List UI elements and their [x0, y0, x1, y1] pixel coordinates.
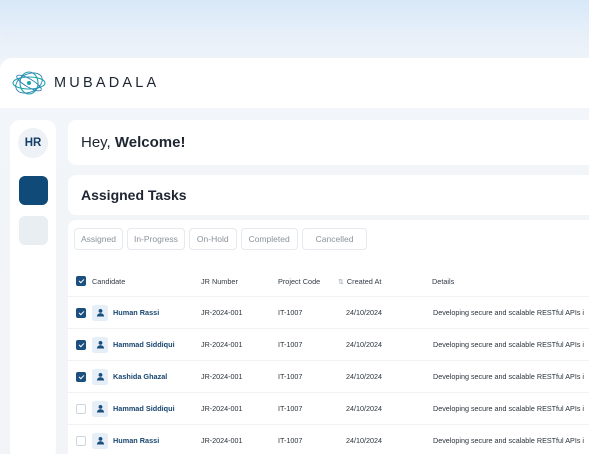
project-code: IT-1007 — [278, 340, 303, 349]
project-code: IT-1007 — [278, 436, 303, 445]
brand-logo[interactable]: MUBADALA — [10, 70, 159, 96]
details: Developing secure and scalable RESTful A… — [433, 436, 585, 445]
tab-assigned[interactable]: Assigned — [74, 228, 123, 250]
user-icon — [92, 336, 108, 353]
user-icon — [92, 304, 108, 321]
tasks-header: Assigned Tasks — [68, 175, 589, 215]
sort-icon[interactable]: ⇅ — [338, 278, 344, 286]
page-title: Assigned Tasks — [81, 187, 187, 203]
globe-logo-icon — [12, 71, 46, 95]
user-icon — [92, 368, 108, 385]
row-checkbox[interactable] — [76, 403, 86, 414]
user-icon — [92, 432, 108, 449]
sidebar: HR — [10, 120, 56, 454]
table-header: Candidate JR Number Project Code ⇅ Create… — [68, 268, 589, 294]
column-details[interactable]: Details — [432, 277, 454, 286]
jr-number: JR-2024-001 — [201, 372, 243, 381]
project-code: IT-1007 — [278, 404, 303, 413]
candidate-name[interactable]: Hammad Siddiqui — [113, 404, 175, 413]
column-project-code[interactable]: Project Code — [278, 277, 320, 286]
welcome-emphasis: Welcome! — [114, 134, 186, 151]
table-row[interactable]: Kashida Ghazal JR-2024-001 IT-1007 24/10/20… — [68, 360, 589, 392]
created-at: 24/10/2024 — [346, 340, 382, 349]
avatar[interactable]: HR — [18, 128, 48, 158]
details: Developing secure and scalable RESTful A… — [433, 308, 585, 317]
brand-name: MUBADALA — [54, 75, 160, 91]
candidate-name[interactable]: Kashida Ghazal — [113, 372, 167, 381]
column-created-at[interactable]: ⇅ Created At — [338, 277, 381, 286]
column-candidate[interactable]: Candidate — [92, 277, 125, 286]
status-filter-tabs: Assigned In-Progress On-Hold Completed C… — [74, 228, 368, 250]
tab-completed[interactable]: Completed — [240, 228, 298, 250]
candidate-name[interactable]: Human Rassi — [113, 308, 159, 317]
sidebar-item[interactable] — [18, 216, 48, 245]
row-checkbox[interactable] — [76, 371, 86, 382]
row-checkbox[interactable] — [76, 435, 86, 446]
jr-number: JR-2024-001 — [201, 340, 243, 349]
column-created-at-label: Created At — [346, 276, 382, 286]
jr-number: JR-2024-001 — [201, 308, 243, 317]
candidate-name[interactable]: Human Rassi — [113, 436, 159, 445]
table-row[interactable]: Hammad Siddiqui JR-2024-001 IT-1007 24/10/2… — [68, 392, 589, 424]
project-code: IT-1007 — [278, 372, 303, 381]
table-row[interactable]: Hammad Siddiqui JR-2024-001 IT-1007 24/10/2… — [68, 328, 589, 360]
tab-cancelled[interactable]: Cancelled — [301, 228, 368, 250]
welcome-card: Hey, Welcome! — [68, 120, 589, 165]
project-code: IT-1007 — [278, 308, 303, 317]
row-checkbox[interactable] — [76, 307, 86, 318]
candidate-name[interactable]: Hammad Siddiqui — [113, 340, 175, 349]
row-checkbox[interactable] — [76, 339, 86, 350]
jr-number: JR-2024-001 — [201, 436, 243, 445]
jr-number: JR-2024-001 — [201, 404, 243, 413]
welcome-greeting: Hey, — [81, 134, 111, 151]
column-jr-number[interactable]: JR Number — [201, 277, 238, 286]
details: Developing secure and scalable RESTful A… — [433, 404, 585, 413]
table-row[interactable]: Human Rassi JR-2024-001 IT-1007 24/10/2024 D… — [68, 296, 589, 328]
tasks-panel: Assigned In-Progress On-Hold Completed C… — [68, 220, 589, 454]
created-at: 24/10/2024 — [346, 308, 382, 317]
sidebar-item-active[interactable] — [18, 176, 48, 205]
created-at: 24/10/2024 — [346, 404, 382, 413]
user-icon — [92, 400, 108, 417]
created-at: 24/10/2024 — [346, 372, 382, 381]
created-at: 24/10/2024 — [346, 436, 382, 445]
tab-on-hold[interactable]: On-Hold — [188, 228, 237, 250]
details: Developing secure and scalable RESTful A… — [433, 340, 585, 349]
table-row[interactable]: Human Rassi JR-2024-001 IT-1007 24/10/2024 D… — [68, 424, 589, 454]
details: Developing secure and scalable RESTful A… — [433, 372, 585, 381]
select-all-checkbox[interactable] — [76, 276, 86, 286]
top-bar: MUBADALA — [0, 58, 589, 108]
tab-in-progress[interactable]: In-Progress — [126, 228, 185, 250]
